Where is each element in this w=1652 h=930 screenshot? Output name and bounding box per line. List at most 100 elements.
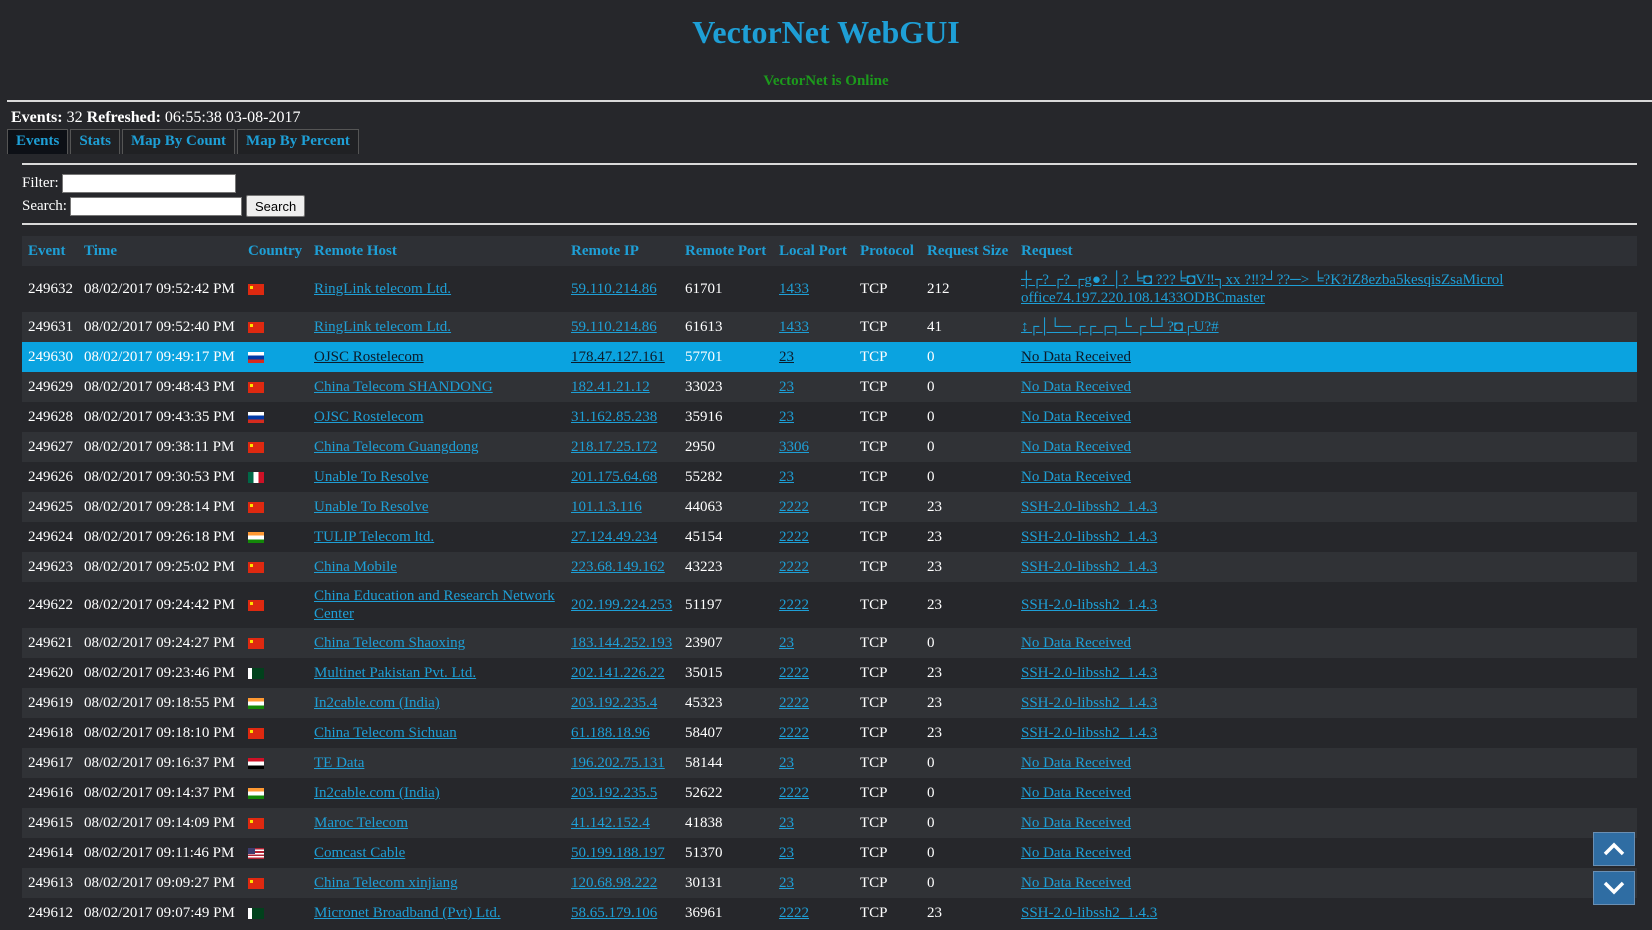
remote-host-link[interactable]: Comcast Cable: [314, 845, 405, 861]
remote-ip-link[interactable]: 183.144.252.193: [571, 635, 672, 651]
request-link[interactable]: No Data Received: [1021, 785, 1131, 801]
request-link[interactable]: No Data Received: [1021, 875, 1131, 891]
request-link[interactable]: No Data Received: [1021, 845, 1131, 861]
request-link[interactable]: ┼┌? ┌? ┌g●? │? ╘◘ ???╘◘V‼┐xx ?‼?┘??─> ╘?…: [1021, 272, 1503, 306]
request-link[interactable]: SSH-2.0-libssh2_1.4.3: [1021, 665, 1157, 681]
local-port-link[interactable]: 2222: [779, 597, 809, 613]
col-event[interactable]: Event: [22, 236, 78, 266]
remote-ip-link[interactable]: 59.110.214.86: [571, 319, 657, 335]
local-port-link[interactable]: 1433: [779, 281, 809, 297]
remote-ip-link[interactable]: 203.192.235.5: [571, 785, 657, 801]
table-row[interactable]: 249624 08/02/2017 09:26:18 PM TULIP Teleco…: [22, 522, 1637, 552]
remote-host-link[interactable]: RingLink telecom Ltd.: [314, 281, 451, 297]
col-remote-port[interactable]: Remote Port: [679, 236, 773, 266]
request-link[interactable]: No Data Received: [1021, 439, 1131, 455]
tab-events[interactable]: Events: [7, 129, 69, 154]
remote-host-link[interactable]: Unable To Resolve: [314, 469, 429, 485]
search-input[interactable]: [69, 196, 242, 216]
request-link[interactable]: No Data Received: [1021, 409, 1131, 425]
local-port-link[interactable]: 23: [779, 409, 794, 425]
request-link[interactable]: ↨┌│└─ ┌┌ ┌┐└ ┌└┘?◘┌U?#: [1021, 319, 1219, 335]
table-row[interactable]: 249618 08/02/2017 09:18:10 PM China Teleco…: [22, 718, 1637, 748]
remote-ip-link[interactable]: 101.1.3.116: [571, 499, 642, 515]
local-port-link[interactable]: 2222: [779, 529, 809, 545]
local-port-link[interactable]: 3306: [779, 439, 809, 455]
local-port-link[interactable]: 23: [779, 349, 794, 365]
table-row[interactable]: 249628 08/02/2017 09:43:35 PM OJSC Rostele…: [22, 402, 1637, 432]
remote-host-link[interactable]: In2cable.com (India): [314, 785, 440, 801]
local-port-link[interactable]: 2222: [779, 695, 809, 711]
col-remote-host[interactable]: Remote Host: [308, 236, 565, 266]
local-port-link[interactable]: 23: [779, 755, 794, 771]
request-link[interactable]: No Data Received: [1021, 379, 1131, 395]
local-port-link[interactable]: 2222: [779, 725, 809, 741]
col-protocol[interactable]: Protocol: [854, 236, 921, 266]
remote-ip-link[interactable]: 202.141.226.22: [571, 665, 665, 681]
col-time[interactable]: Time: [78, 236, 242, 266]
table-row[interactable]: 249620 08/02/2017 09:23:46 PM Multinet Pak…: [22, 658, 1637, 688]
remote-host-link[interactable]: China Telecom Guangdong: [314, 439, 478, 455]
remote-ip-link[interactable]: 27.124.49.234: [571, 529, 657, 545]
remote-ip-link[interactable]: 61.188.18.96: [571, 725, 650, 741]
table-row[interactable]: 249622 08/02/2017 09:24:42 PM China Educat…: [22, 582, 1637, 628]
col-remote-ip[interactable]: Remote IP: [565, 236, 679, 266]
tab-map-by-count[interactable]: Map By Count: [122, 129, 236, 154]
remote-ip-link[interactable]: 201.175.64.68: [571, 469, 657, 485]
scroll-up-button[interactable]: [1593, 832, 1635, 866]
local-port-link[interactable]: 23: [779, 845, 794, 861]
remote-host-link[interactable]: China Telecom SHANDONG: [314, 379, 493, 395]
remote-ip-link[interactable]: 31.162.85.238: [571, 409, 657, 425]
remote-host-link[interactable]: TE Data: [314, 755, 364, 771]
table-row[interactable]: 249629 08/02/2017 09:48:43 PM China Teleco…: [22, 372, 1637, 402]
local-port-link[interactable]: 23: [779, 635, 794, 651]
remote-host-link[interactable]: OJSC Rostelecom: [314, 409, 424, 425]
remote-ip-link[interactable]: 41.142.152.4: [571, 815, 650, 831]
remote-host-link[interactable]: Multinet Pakistan Pvt. Ltd.: [314, 665, 476, 681]
remote-host-link[interactable]: OJSC Rostelecom: [314, 349, 424, 365]
request-link[interactable]: SSH-2.0-libssh2_1.4.3: [1021, 529, 1157, 545]
table-row[interactable]: 249627 08/02/2017 09:38:11 PM China Teleco…: [22, 432, 1637, 462]
remote-ip-link[interactable]: 202.199.224.253: [571, 597, 672, 613]
table-row[interactable]: 249621 08/02/2017 09:24:27 PM China Teleco…: [22, 628, 1637, 658]
request-link[interactable]: No Data Received: [1021, 755, 1131, 771]
remote-host-link[interactable]: Maroc Telecom: [314, 815, 408, 831]
local-port-link[interactable]: 1433: [779, 319, 809, 335]
remote-host-link[interactable]: Micronet Broadband (Pvt) Ltd.: [314, 905, 501, 921]
local-port-link[interactable]: 23: [779, 379, 794, 395]
col-request-size[interactable]: Request Size: [921, 236, 1015, 266]
request-link[interactable]: No Data Received: [1021, 635, 1131, 651]
table-row[interactable]: 249619 08/02/2017 09:18:55 PM In2cable.com…: [22, 688, 1637, 718]
request-link[interactable]: SSH-2.0-libssh2_1.4.3: [1021, 695, 1157, 711]
table-row[interactable]: 249616 08/02/2017 09:14:37 PM In2cable.com…: [22, 778, 1637, 808]
table-row[interactable]: 249614 08/02/2017 09:11:46 PM Comcast Cabl…: [22, 838, 1637, 868]
table-row[interactable]: 249612 08/02/2017 09:07:49 PM Micronet Bro…: [22, 898, 1637, 928]
scroll-down-button[interactable]: [1593, 871, 1635, 905]
table-row[interactable]: 249623 08/02/2017 09:25:02 PM China Mobile…: [22, 552, 1637, 582]
local-port-link[interactable]: 23: [779, 469, 794, 485]
request-link[interactable]: SSH-2.0-libssh2_1.4.3: [1021, 725, 1157, 741]
col-country[interactable]: Country: [242, 236, 308, 266]
remote-host-link[interactable]: In2cable.com (India): [314, 695, 440, 711]
local-port-link[interactable]: 2222: [779, 905, 809, 921]
search-button[interactable]: Search: [245, 195, 306, 217]
request-link[interactable]: No Data Received: [1021, 815, 1131, 831]
remote-ip-link[interactable]: 218.17.25.172: [571, 439, 657, 455]
remote-ip-link[interactable]: 223.68.149.162: [571, 559, 665, 575]
remote-host-link[interactable]: Unable To Resolve: [314, 499, 429, 515]
local-port-link[interactable]: 23: [779, 875, 794, 891]
local-port-link[interactable]: 2222: [779, 499, 809, 515]
local-port-link[interactable]: 2222: [779, 785, 809, 801]
table-row[interactable]: 249613 08/02/2017 09:09:27 PM China Teleco…: [22, 868, 1637, 898]
remote-host-link[interactable]: RingLink telecom Ltd.: [314, 319, 451, 335]
remote-ip-link[interactable]: 120.68.98.222: [571, 875, 657, 891]
remote-host-link[interactable]: TULIP Telecom ltd.: [314, 529, 434, 545]
request-link[interactable]: SSH-2.0-libssh2_1.4.3: [1021, 559, 1157, 575]
table-row[interactable]: 249626 08/02/2017 09:30:53 PM Unable To Re…: [22, 462, 1637, 492]
remote-host-link[interactable]: China Telecom Sichuan: [314, 725, 457, 741]
table-row[interactable]: 249632 08/02/2017 09:52:42 PM RingLink tel…: [22, 266, 1637, 312]
remote-ip-link[interactable]: 58.65.179.106: [571, 905, 657, 921]
table-row[interactable]: 249615 08/02/2017 09:14:09 PM Maroc Teleco…: [22, 808, 1637, 838]
remote-ip-link[interactable]: 178.47.127.161: [571, 349, 665, 365]
tab-stats[interactable]: Stats: [70, 129, 121, 154]
col-local-port[interactable]: Local Port: [773, 236, 854, 266]
